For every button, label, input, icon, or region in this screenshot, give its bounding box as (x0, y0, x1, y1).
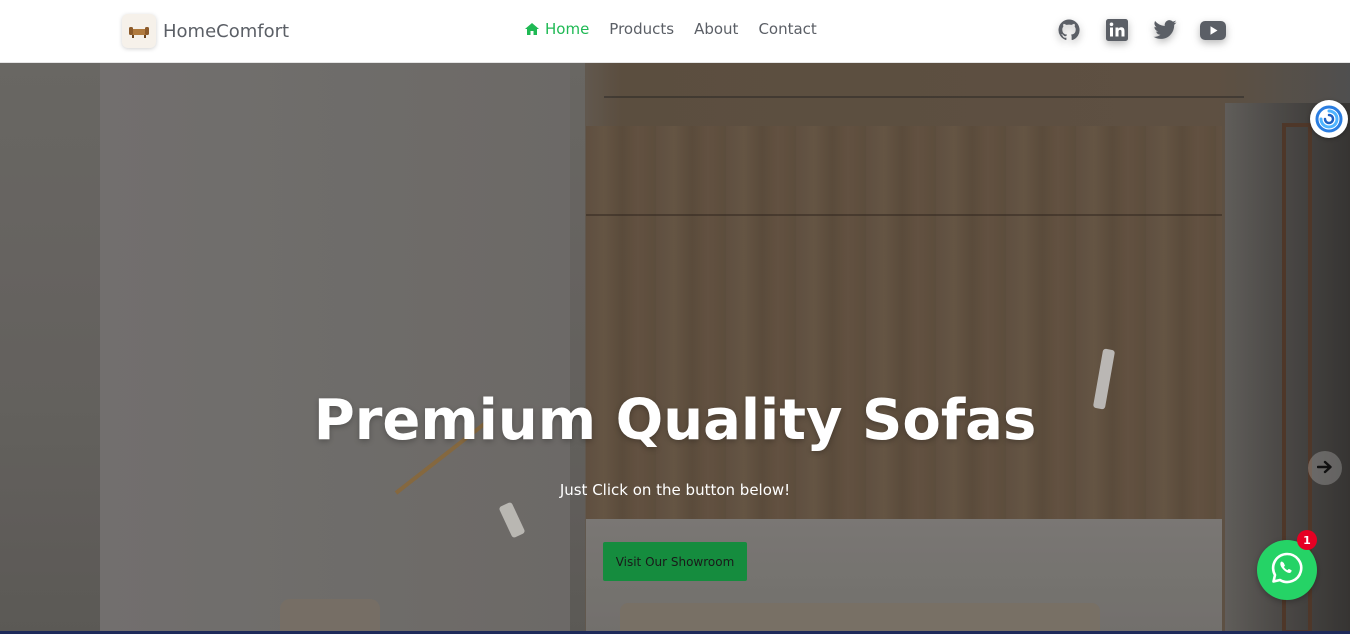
hero-subtitle: Just Click on the button below! (559, 481, 791, 499)
brand-name: HomeComfort (163, 20, 290, 42)
whatsapp-icon (1270, 551, 1304, 589)
main-nav: Home Products About Contact (524, 20, 837, 38)
hero-carousel: Premium Quality Sofas Just Click on the … (0, 63, 1350, 634)
twitter-icon[interactable] (1152, 17, 1178, 43)
carousel-next-button[interactable] (1308, 451, 1342, 485)
hero-title: Premium Quality Sofas (313, 388, 1037, 453)
social-links (1056, 17, 1226, 43)
arrow-right-icon (1316, 459, 1333, 478)
navbar: HomeComfort Home Products About Contact (0, 0, 1350, 63)
nav-item-contact[interactable]: Contact (758, 20, 816, 38)
nav-item-label: Contact (758, 20, 817, 38)
brand-logo (122, 14, 156, 48)
nav-item-about[interactable]: About (694, 20, 738, 38)
nav-item-products[interactable]: Products (609, 20, 674, 38)
youtube-icon[interactable] (1200, 17, 1226, 43)
notification-badge: 1 (1297, 530, 1317, 550)
nav-item-label: About (694, 20, 739, 38)
github-icon[interactable] (1056, 17, 1082, 43)
extension-icon[interactable] (1310, 100, 1348, 138)
brand[interactable]: HomeComfort (122, 14, 289, 48)
visit-showroom-button[interactable]: Visit Our Showroom (603, 542, 747, 581)
linkedin-icon[interactable] (1104, 17, 1130, 43)
nav-item-label: Home (545, 20, 590, 38)
nav-item-home[interactable]: Home (524, 20, 589, 38)
home-icon (524, 22, 540, 36)
nav-item-label: Products (609, 20, 675, 38)
